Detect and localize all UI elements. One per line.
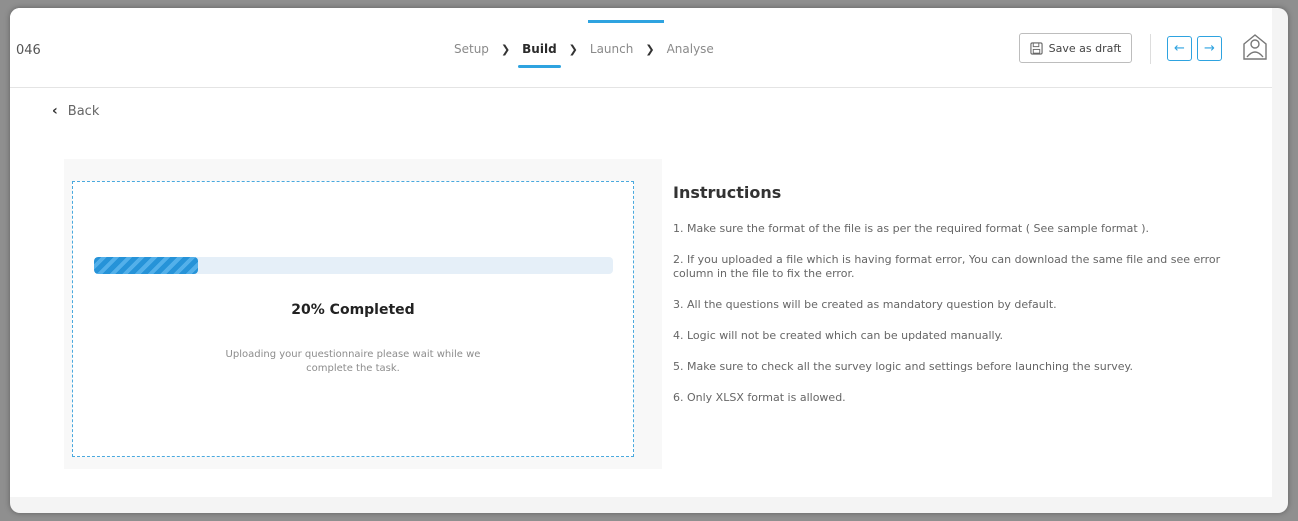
save-as-draft-button[interactable]: Save as draft [1019, 33, 1132, 63]
instructions-panel: Instructions 1. Make sure the format of … [673, 183, 1258, 422]
app-content: 046 Setup ❯ Build ❯ Launch ❯ Analyse Sav… [10, 8, 1272, 497]
step-analyse[interactable]: Analyse [667, 42, 714, 56]
back-link[interactable]: ‹ Back [52, 103, 99, 119]
step-launch[interactable]: Launch [590, 42, 633, 56]
chevron-right-icon: ❯ [645, 42, 655, 56]
instruction-item: 1. Make sure the format of the file is a… [673, 222, 1149, 235]
instructions-list: 1. Make sure the format of the file is a… [673, 222, 1258, 405]
progress-bar [94, 257, 613, 274]
save-icon [1030, 41, 1043, 55]
chevron-left-icon: ‹ [52, 103, 58, 119]
top-accent-line [588, 20, 664, 23]
step-navigation: Setup ❯ Build ❯ Launch ❯ Analyse [454, 42, 714, 68]
next-button[interactable]: → [1197, 36, 1222, 61]
back-label: Back [67, 103, 100, 119]
step-build[interactable]: Build [518, 42, 561, 68]
upload-panel: 20% Completed Uploading your questionnai… [64, 159, 662, 469]
chevron-right-icon: ❯ [568, 42, 578, 56]
progress-bar-fill [94, 257, 198, 274]
arrow-left-icon: ← [1174, 41, 1185, 56]
window-frame: 046 Setup ❯ Build ❯ Launch ❯ Analyse Sav… [10, 8, 1288, 513]
upload-message: Uploading your questionnaire please wait… [225, 349, 481, 374]
survey-id: 046 [16, 43, 41, 58]
divider [1150, 34, 1151, 64]
save-as-draft-label: Save as draft [1048, 41, 1122, 55]
previous-button[interactable]: ← [1167, 36, 1192, 61]
user-profile-icon[interactable] [1240, 32, 1270, 62]
progress-label: 20% Completed [291, 302, 415, 318]
step-setup[interactable]: Setup [454, 42, 489, 56]
instruction-item: 6. Only XLSX format is allowed. [673, 391, 846, 404]
instructions-title: Instructions [673, 183, 782, 202]
upload-dropzone[interactable]: 20% Completed Uploading your questionnai… [72, 181, 634, 457]
instruction-item: 3. All the questions will be created as … [673, 298, 1057, 311]
instruction-item: 4. Logic will not be created which can b… [673, 329, 1004, 342]
top-bar: 046 Setup ❯ Build ❯ Launch ❯ Analyse Sav… [10, 8, 1272, 88]
instruction-item: 2. If you uploaded a file which is havin… [673, 253, 1221, 280]
chevron-right-icon: ❯ [500, 42, 511, 56]
instruction-item: 5. Make sure to check all the survey log… [673, 360, 1133, 373]
arrow-right-icon: → [1204, 41, 1215, 56]
